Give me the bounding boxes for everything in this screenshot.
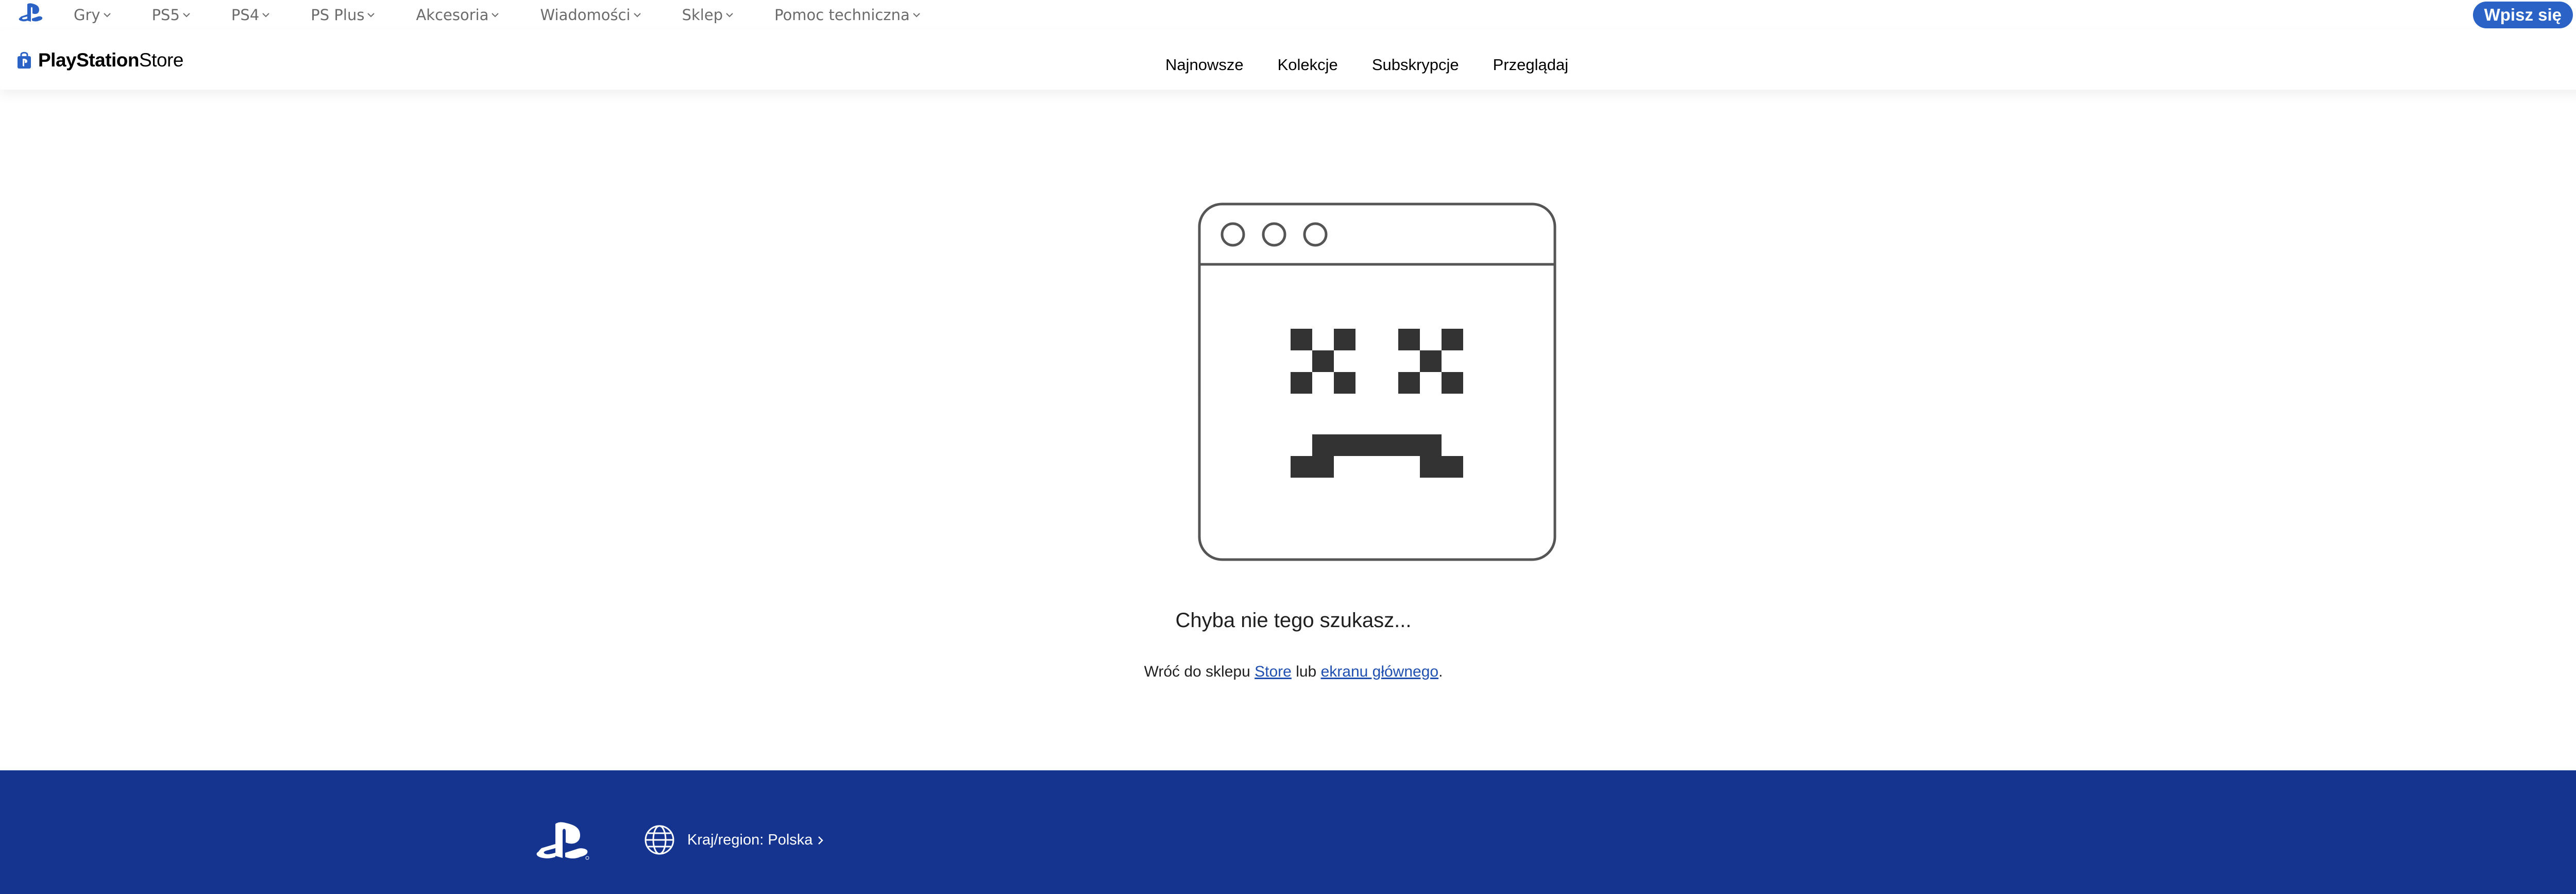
chevron-down-icon <box>367 13 375 18</box>
error-title: Chyba nie tego szukasz... <box>1175 609 1412 632</box>
footer: Kraj/region: Polska <box>0 770 2576 894</box>
brand-name-light: Store <box>139 49 183 71</box>
globe-icon[interactable] <box>644 824 675 855</box>
error-subtitle-middle: lub <box>1296 663 1317 680</box>
error-subtitle-suffix: . <box>1438 663 1443 680</box>
store-nav: Najnowsze Kolekcje Subskrypcje Przegląda… <box>1165 56 1568 74</box>
nav-item-wiadomosci[interactable]: Wiadomości <box>540 6 641 24</box>
broken-browser-window-icon <box>1198 203 1556 561</box>
error-subtitle: Wróć do sklepu Store lub ekranu głównego… <box>0 663 2576 681</box>
chevron-down-icon <box>103 13 111 18</box>
playstation-logo-icon[interactable] <box>536 822 590 862</box>
nav-item-label: Akcesoria <box>416 6 489 24</box>
store-nav-najnowsze[interactable]: Najnowsze <box>1165 56 1244 74</box>
nav-item-ps-plus[interactable]: PS Plus <box>311 6 375 24</box>
brand-name-bold: PlayStation <box>38 49 140 71</box>
region-selector[interactable]: Kraj/region: Polska <box>687 832 824 849</box>
region-label: Kraj/region: Polska <box>687 832 813 848</box>
chevron-down-icon <box>633 13 641 18</box>
chevron-down-icon <box>913 13 920 18</box>
nav-item-sklep[interactable]: Sklep <box>682 6 734 24</box>
nav-item-akcesoria[interactable]: Akcesoria <box>416 6 499 24</box>
playstation-store-logo[interactable]: PlayStationStore <box>16 49 183 71</box>
store-link[interactable]: Store <box>1255 663 1292 680</box>
nav-item-pomoc-techniczna[interactable]: Pomoc techniczna <box>774 6 920 24</box>
nav-item-label: Sklep <box>682 6 723 24</box>
home-screen-link[interactable]: ekranu głównego <box>1321 663 1439 680</box>
global-nav-menu: Gry PS5 PS4 PS Plus Akcesoria Wiadomości… <box>74 0 920 30</box>
nav-item-ps4[interactable]: PS4 <box>231 6 269 24</box>
playstation-logo-icon[interactable] <box>19 3 43 24</box>
store-nav-subskrypcje[interactable]: Subskrypcje <box>1372 56 1459 74</box>
global-nav: Gry PS5 PS4 PS Plus Akcesoria Wiadomości… <box>0 0 2576 30</box>
nav-item-label: PS Plus <box>311 6 365 24</box>
nav-item-label: Pomoc techniczna <box>774 6 910 24</box>
store-bag-icon <box>18 52 31 69</box>
sign-in-button[interactable]: Wpisz się <box>2472 2 2573 28</box>
error-subtitle-prefix: Wróć do sklepu <box>1144 663 1250 680</box>
chevron-down-icon <box>183 13 190 18</box>
chevron-down-icon <box>262 13 269 18</box>
nav-item-label: Wiadomości <box>540 6 631 24</box>
nav-item-label: PS5 <box>151 6 180 24</box>
chevron-down-icon <box>726 13 733 18</box>
nav-item-gry[interactable]: Gry <box>74 6 111 24</box>
chevron-down-icon <box>492 13 499 18</box>
store-header: PlayStationStore Najnowsze Kolekcje Subs… <box>0 30 2576 90</box>
nav-item-label: Gry <box>74 6 100 24</box>
store-nav-przegladaj[interactable]: Przeglądaj <box>1493 56 1568 74</box>
nav-item-ps5[interactable]: PS5 <box>152 6 190 24</box>
store-nav-kolekcje[interactable]: Kolekcje <box>1278 56 1338 74</box>
nav-item-label: PS4 <box>231 6 260 24</box>
brand-name: PlayStationStore <box>38 49 183 71</box>
chevron-right-icon <box>818 836 824 845</box>
